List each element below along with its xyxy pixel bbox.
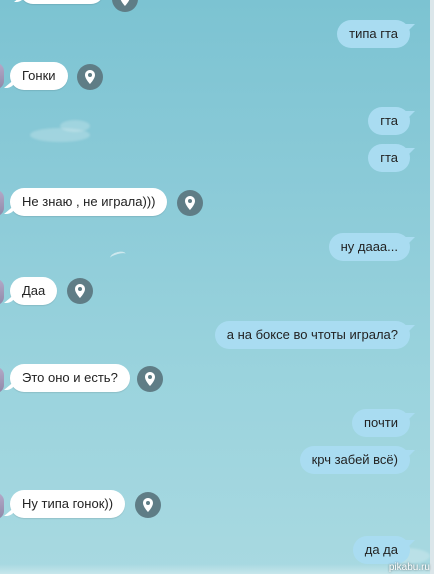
chat-window: типа гта Гонки гта гта Не знаю , не игра… bbox=[0, 0, 434, 574]
incoming-message-partial bbox=[20, 0, 104, 4]
outgoing-message[interactable]: почти bbox=[352, 409, 410, 437]
avatar[interactable] bbox=[0, 190, 4, 216]
watermark: pikabu.ru bbox=[388, 562, 430, 573]
incoming-message[interactable]: Ну типа гонок)) bbox=[10, 490, 126, 518]
avatar[interactable] bbox=[0, 279, 4, 305]
map-pin-icon bbox=[143, 498, 153, 512]
outgoing-message[interactable]: а на боксе во чтоты играла? bbox=[214, 321, 410, 349]
map-pin-button[interactable] bbox=[112, 0, 138, 12]
map-pin-button[interactable] bbox=[135, 492, 161, 518]
map-pin-button[interactable] bbox=[137, 366, 163, 392]
map-pin-button[interactable] bbox=[77, 64, 103, 90]
outgoing-message[interactable]: типа гта bbox=[337, 20, 410, 48]
avatar[interactable] bbox=[0, 63, 4, 89]
map-pin-button[interactable] bbox=[177, 190, 203, 216]
outgoing-message[interactable]: гта bbox=[368, 107, 410, 135]
map-pin-icon bbox=[145, 372, 155, 386]
map-pin-icon bbox=[120, 0, 130, 6]
background-bird bbox=[109, 250, 127, 262]
map-pin-icon bbox=[185, 196, 195, 210]
background-cloud bbox=[60, 120, 90, 132]
incoming-message[interactable]: Гонки bbox=[10, 62, 68, 90]
map-pin-icon bbox=[85, 70, 95, 84]
scrollbar-track[interactable] bbox=[430, 0, 434, 574]
outgoing-message[interactable]: да да bbox=[352, 536, 410, 564]
outgoing-message[interactable]: ну дааа... bbox=[328, 233, 410, 261]
outgoing-message[interactable]: крч забей всё) bbox=[299, 446, 410, 474]
map-pin-icon bbox=[75, 284, 85, 298]
outgoing-message[interactable]: гта bbox=[368, 144, 410, 172]
bottom-fade bbox=[0, 564, 434, 574]
incoming-message[interactable]: Не знаю , не играла))) bbox=[10, 188, 168, 216]
avatar[interactable] bbox=[0, 493, 4, 519]
incoming-message[interactable]: Даа bbox=[10, 277, 58, 305]
map-pin-button[interactable] bbox=[67, 278, 93, 304]
avatar[interactable] bbox=[0, 367, 4, 393]
incoming-message[interactable]: Это оно и есть? bbox=[10, 364, 130, 392]
